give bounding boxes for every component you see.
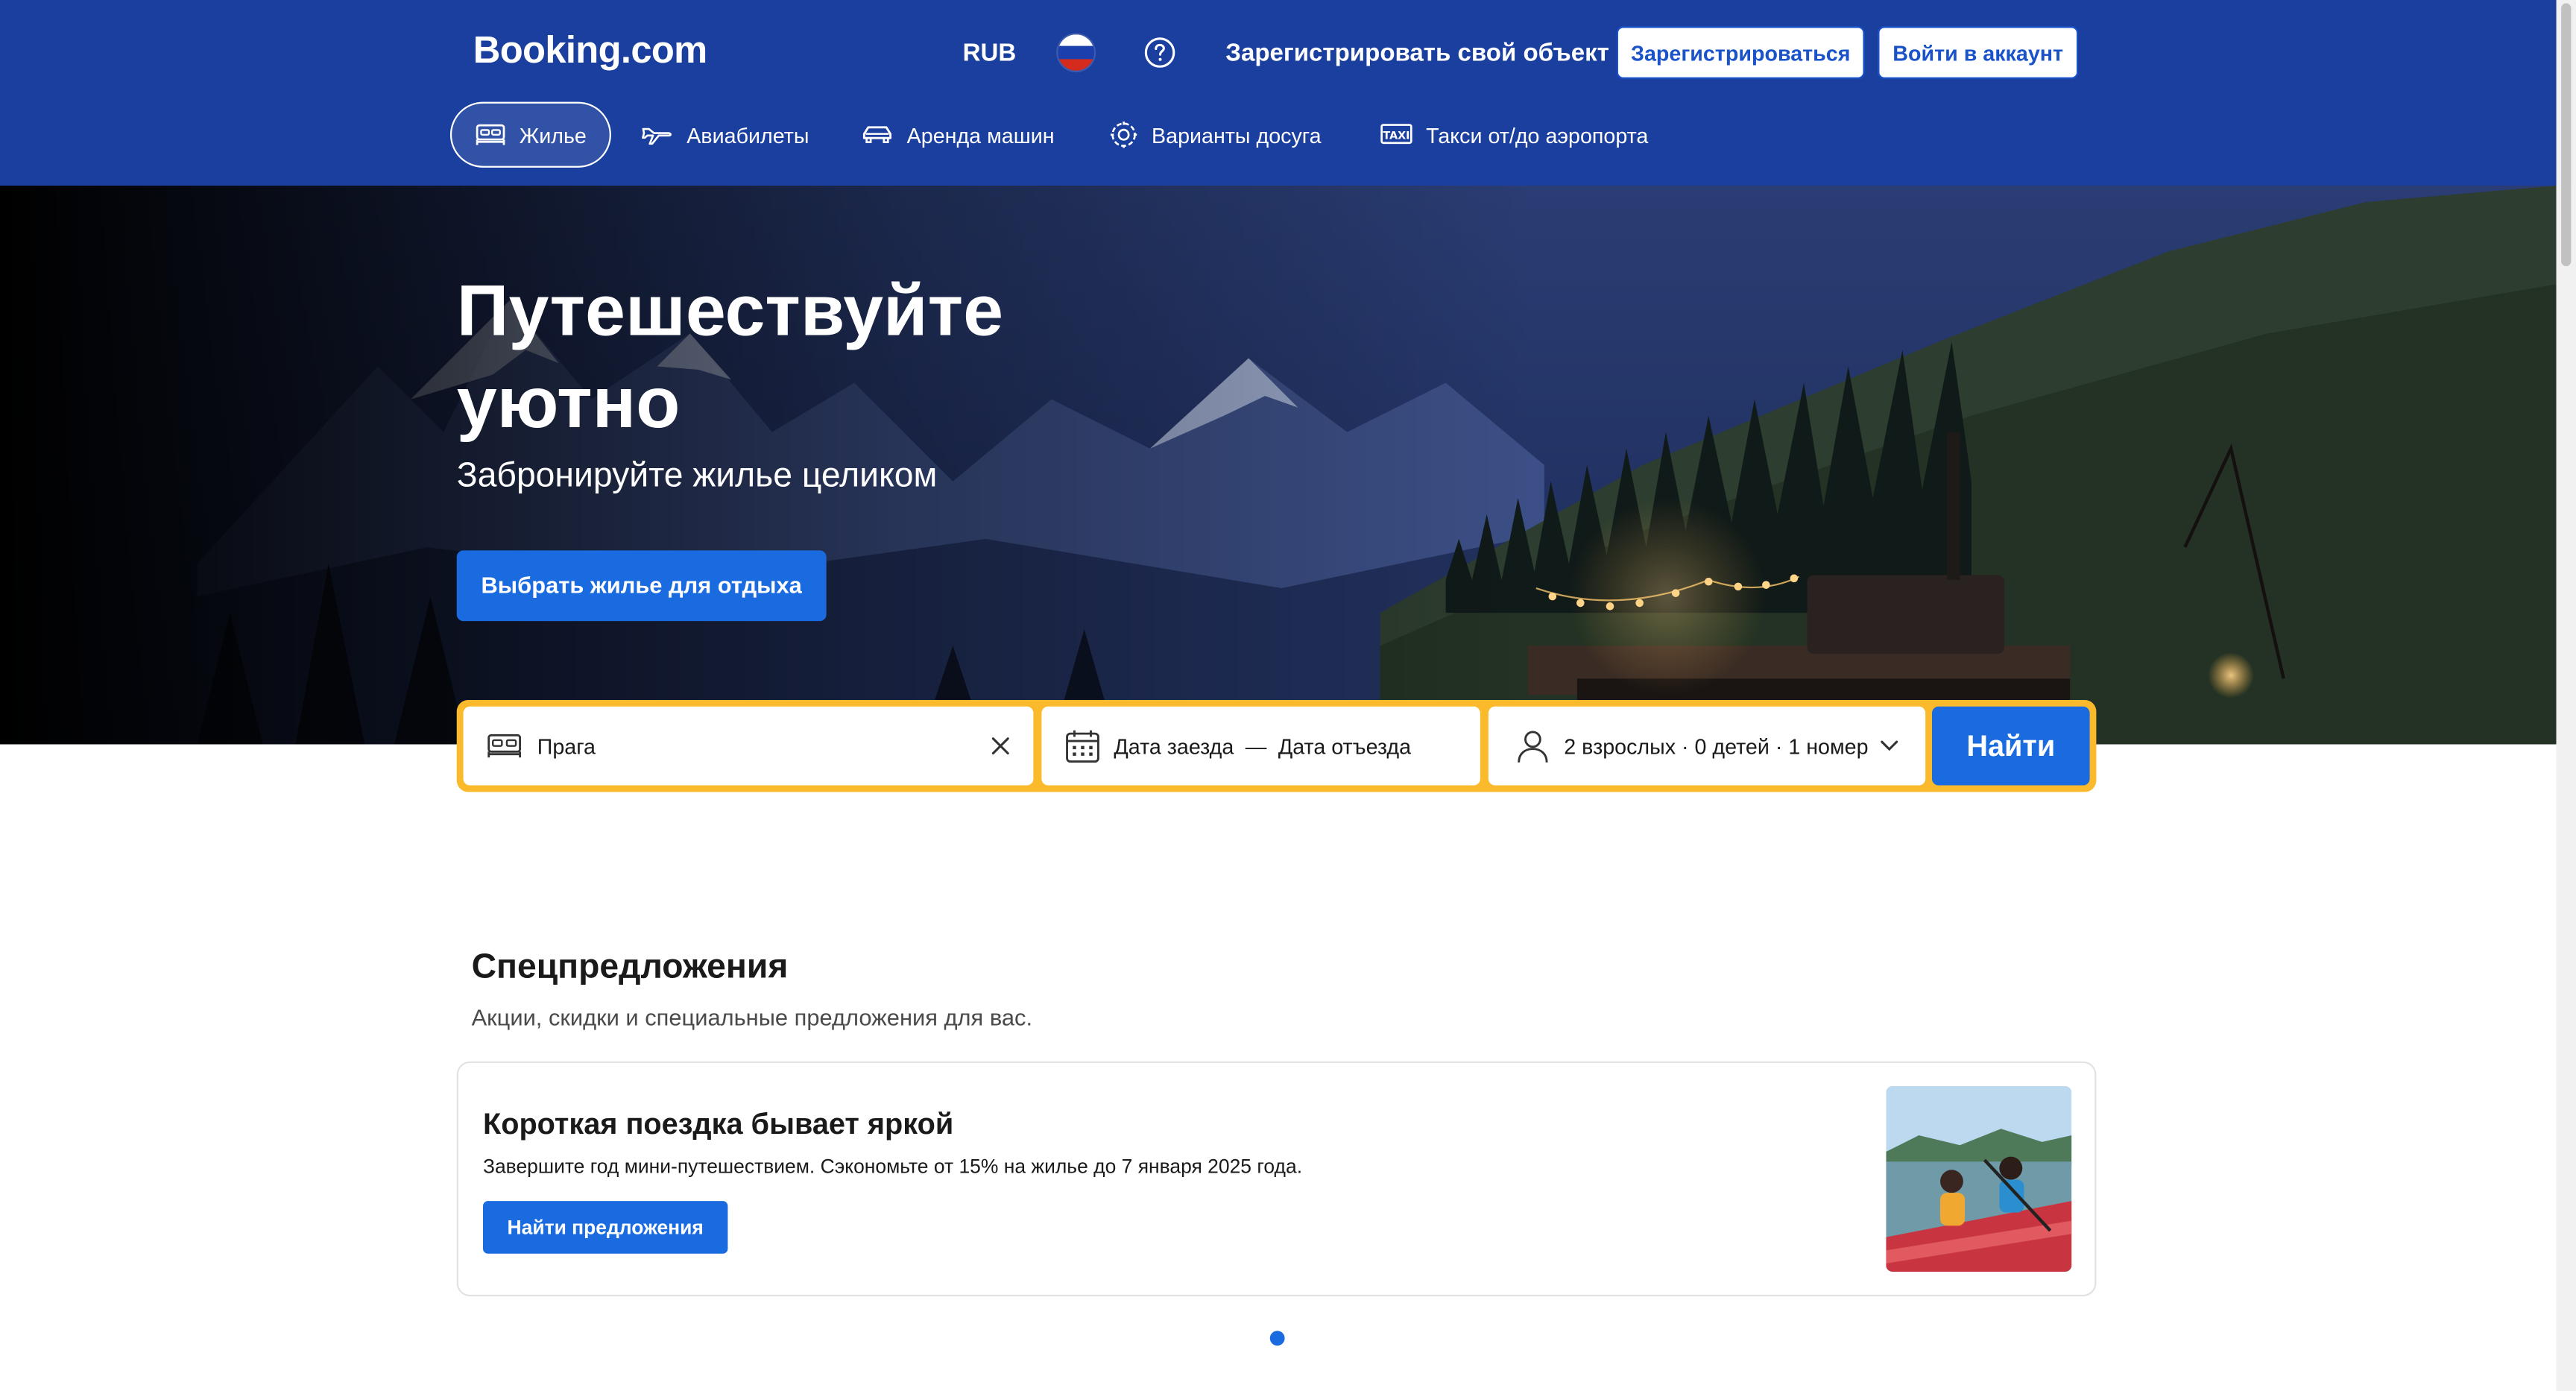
nav-tab-stays[interactable]: Жилье [449, 101, 611, 168]
offer-card-title: Короткая поездка бывает яркой [483, 1107, 954, 1141]
nav-tab-label: Варианты досуга [1152, 122, 1322, 148]
nav-tab-label: Такси от/до аэропорта [1426, 122, 1649, 148]
offers-subtitle: Акции, скидки и специальные предложения … [471, 1003, 1033, 1030]
search-bar: Прага Дата заезда — Дата отъезда 2 взрос… [456, 699, 2097, 792]
offer-card: Короткая поездка бывает яркой Завершите … [456, 1061, 2097, 1297]
hero-title: Путешествуйте уютно [456, 271, 1004, 444]
sign-in-button[interactable]: Войти в аккаунт [1878, 26, 2079, 79]
russia-flag-icon[interactable] [1058, 34, 1094, 71]
checkin-date[interactable]: Дата заезда [1114, 734, 1234, 758]
dates-field[interactable]: Дата заезда — Дата отъезда [1041, 706, 1480, 786]
page-scrollbar[interactable] [2556, 0, 2576, 1391]
taxi-icon: TAXI [1380, 124, 1412, 145]
calendar-icon [1066, 730, 1099, 763]
bed-icon [476, 124, 505, 145]
currency-selector[interactable]: RUB [963, 40, 1017, 67]
guests-summary: 2 взрослых · 0 детей · 1 номер [1564, 734, 1869, 759]
offer-card-image [1886, 1085, 2072, 1272]
booking-logo[interactable]: Booking.com [473, 28, 707, 72]
clear-icon[interactable] [991, 736, 1010, 755]
nav-tab-attractions[interactable]: Варианты досуга [1109, 102, 1322, 168]
search-submit-button[interactable]: Найти [1932, 706, 2090, 786]
scrollbar-thumb[interactable] [2561, 3, 2572, 267]
attractions-icon [1110, 122, 1137, 148]
nav-tab-label: Авиабилеты [686, 122, 809, 148]
checkout-date[interactable]: Дата отъезда [1278, 734, 1411, 758]
register-button[interactable]: Зарегистрироваться [1616, 26, 1865, 79]
chevron-down-icon [1881, 740, 1898, 751]
nav-tab-label: Жилье [519, 122, 587, 148]
carousel-dot[interactable] [1269, 1331, 1285, 1346]
nav-tab-airport-taxi[interactable]: TAXI Такси от/до аэропорта [1380, 102, 1648, 168]
hero-cta-button[interactable]: Выбрать жилье для отдыха [456, 550, 827, 622]
booking-page: Booking.com RUB Зарегистрировать свой об… [0, 0, 2576, 1391]
offer-card-text: Завершите год мини-путешествием. Сэконом… [483, 1155, 1303, 1179]
list-property-link[interactable]: Зарегистрировать свой объект [1225, 40, 1609, 67]
hero-banner: Путешествуйте уютно Забронируйте жилье ц… [0, 186, 2557, 745]
svg-text:TAXI: TAXI [1383, 130, 1409, 142]
guests-field[interactable]: 2 взрослых · 0 детей · 1 номер [1488, 706, 1926, 786]
mountain-scene-image [0, 186, 2557, 745]
help-circle-icon[interactable] [1143, 36, 1176, 69]
nav-tab-label: Аренда машин [906, 122, 1055, 148]
nav-tab-car-rental[interactable]: Аренда машин [861, 102, 1055, 168]
date-separator: — [1245, 734, 1267, 759]
bed-icon [487, 734, 522, 758]
plane-icon [642, 127, 672, 145]
nav-tab-flights[interactable]: Авиабилеты [641, 102, 809, 168]
top-header: Booking.com RUB Зарегистрировать свой об… [0, 0, 2576, 186]
car-icon [862, 126, 892, 143]
hero-subtitle: Забронируйте жилье целиком [456, 456, 938, 495]
destination-input[interactable]: Прага [537, 734, 991, 758]
find-offers-button[interactable]: Найти предложения [483, 1201, 728, 1254]
person-icon [1518, 731, 1548, 763]
offers-title: Спецпредложения [471, 947, 789, 986]
destination-field[interactable]: Прага [463, 706, 1034, 786]
